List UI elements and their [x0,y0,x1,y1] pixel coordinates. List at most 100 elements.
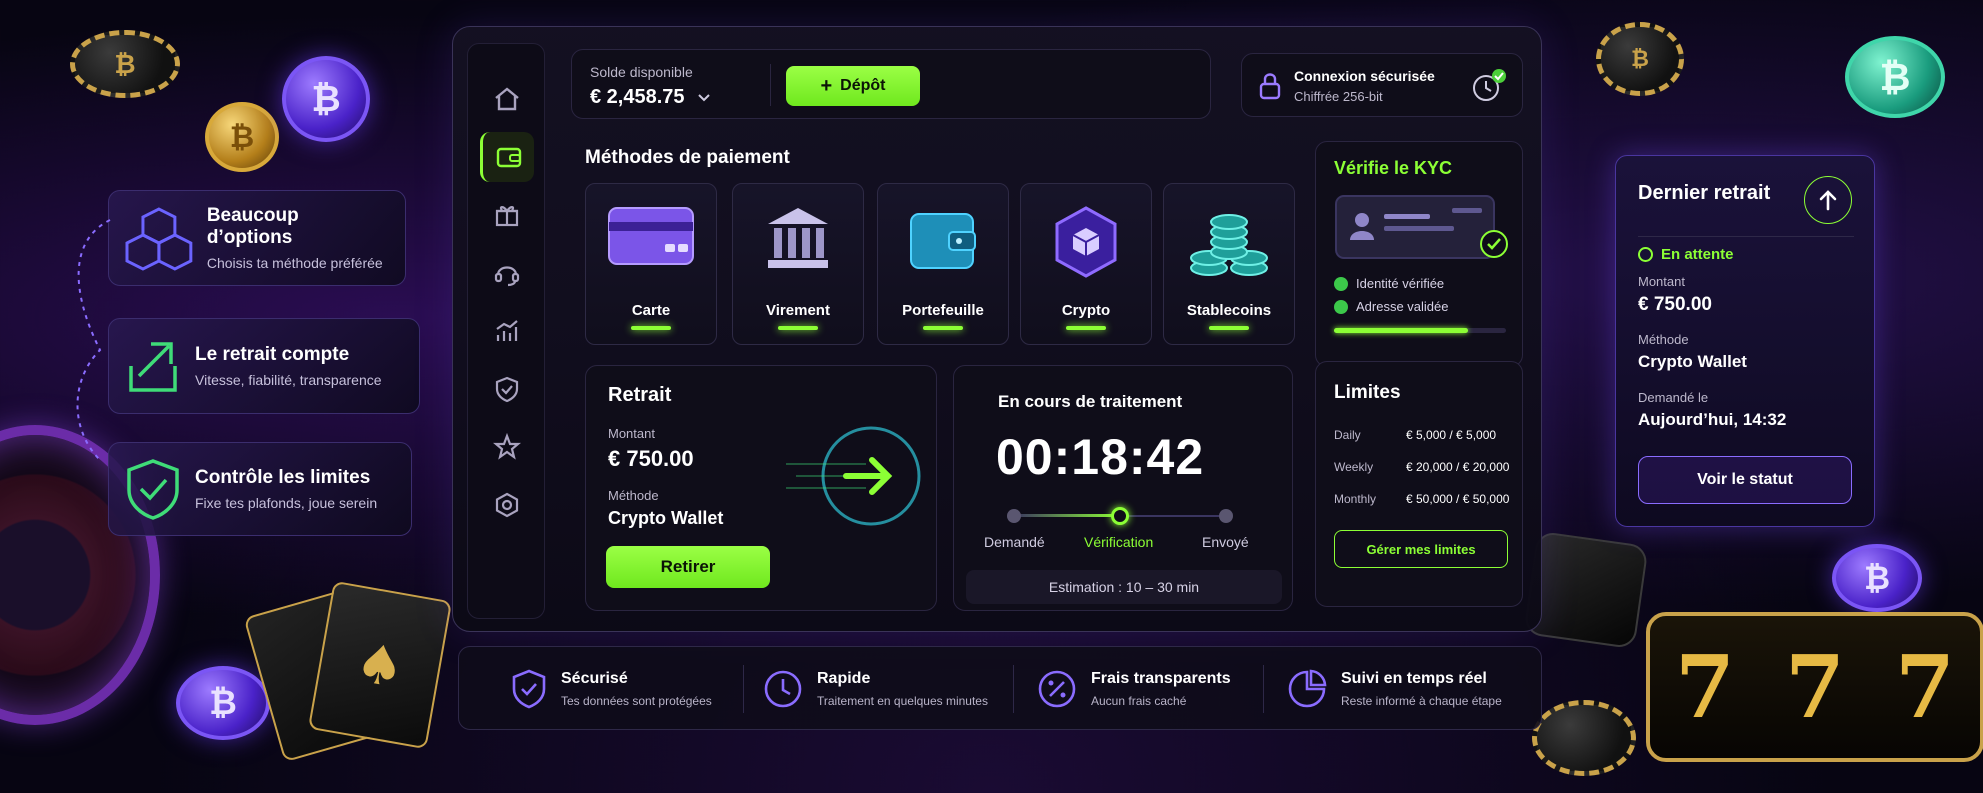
arrow-up-button[interactable] [1804,176,1852,224]
withdraw-button[interactable]: Retirer [606,546,770,588]
coin-stack-icon [1190,214,1268,276]
bitcoin-coin-decoration: ₿ [1832,544,1922,612]
casino-chip-decoration [1532,700,1636,776]
sidebar-item-home[interactable] [480,74,534,124]
step-label: Demandé [984,534,1045,550]
payment-method-label: Portefeuille [902,302,984,319]
strip-subtitle: Reste informé à chaque étape [1341,694,1502,708]
slot-machine-decoration: 777 [1646,612,1983,762]
sidebar-item-favorites[interactable] [480,422,534,472]
payment-method-stablecoins[interactable]: Stablecoins [1163,183,1295,345]
step-dot [1219,509,1233,523]
casino-chip-decoration: ₿ [70,30,180,98]
chevron-down-icon [697,93,710,101]
kyc-item-label: Identité vérifiée [1356,276,1445,291]
kyc-panel: Vérifie le KYC Identité vérifiée Adresse… [1315,141,1523,367]
view-status-button[interactable]: Voir le statut [1638,456,1852,504]
withdrawal-title: Retrait [608,384,672,406]
shield-check-icon [127,459,179,520]
limit-period: Monthly [1334,492,1377,506]
kyc-item-label: Adresse validée [1356,299,1449,314]
processing-title: En cours de traitement [998,392,1183,411]
check-circle-icon [1334,276,1348,291]
divider [1013,665,1014,713]
processing-panel: En cours de traitement 00:18:42 Demandé … [953,365,1293,611]
gift-icon [495,206,519,227]
payment-method-transfer[interactable]: Virement [732,183,864,345]
feature-card-withdrawal: Le retrait compte Vitesse, fiabilité, tra… [108,318,420,414]
limit-row: Monthly € 50,000 / € 50,000 [1334,492,1514,506]
arrow-up-icon [1819,190,1837,211]
deposit-button[interactable]: + Dépôt [786,66,920,106]
clock-icon [1638,247,1653,262]
sidebar-item-settings[interactable] [480,480,534,530]
sidebar-item-wallet[interactable] [480,132,534,182]
sidebar-nav [467,43,545,619]
strip-title: Rapide [817,670,871,687]
balance-amount: € 2,458.75 [590,86,685,108]
spade-card-decoration: ♠ [307,580,453,750]
sidebar-item-support[interactable] [480,248,534,298]
feature-card-limits: Contrôle les limites Fixe tes plafonds, j… [108,442,412,536]
step-track-active [1014,514,1120,517]
last-withdrawal-method: Crypto Wallet [1638,352,1747,371]
balance-header: Solde disponible € 2,458.75 + Dépôt [571,49,1211,119]
feature-subtitle: Choisis ta méthode préférée [206,255,383,271]
status-label: En attente [1661,246,1734,263]
payment-method-crypto[interactable]: Crypto [1020,183,1152,345]
payment-methods-title: Méthodes de paiement [585,147,790,168]
percent-icon [1038,670,1076,708]
method-label: Méthode [1638,332,1689,347]
manage-limits-button[interactable]: Gérer mes limites [1334,530,1508,568]
strip-subtitle: Tes données sont protégées [561,694,712,708]
withdrawal-panel: Retrait Montant € 750.00 Méthode Crypto … [585,365,937,611]
kyc-item: Adresse validée [1334,299,1449,314]
card-icon [608,207,694,265]
selection-indicator [1066,326,1106,330]
balance-value[interactable]: € 2,458.75 [590,86,711,109]
strip-title: Suivi en temps réel [1341,670,1487,687]
amount-label: Montant [1638,274,1685,289]
step-dot-active [1111,507,1129,525]
trend-up-arrow-icon [129,342,177,392]
feature-title: Le retrait compte [195,344,350,365]
last-withdrawal-date: Aujourd’hui, 14:32 [1638,410,1787,429]
wallet-icon [910,213,976,269]
sidebar-item-security[interactable] [480,364,534,414]
features-strip: Sécurisé Tes données sont protégées Rapid… [458,646,1542,730]
processing-timer: 00:18:42 [996,429,1205,485]
strip-item-tracking: Suivi en temps réel Reste informé à chaqu… [1287,647,1502,731]
secure-title: Connexion sécurisée [1294,68,1435,84]
estimate-bar: Estimation : 10 – 30 min [966,570,1282,604]
bitcoin-coin-decoration: ₿ [205,102,279,172]
dice-decoration [1523,530,1649,650]
selection-indicator [1209,326,1249,330]
last-withdrawal-card: Dernier retrait En attente Montant € 750… [1615,155,1875,527]
limit-value: € 20,000 / € 20,000 [1406,460,1510,474]
dashed-connector-decoration [76,219,111,461]
limits-panel: Limites Daily € 5,000 / € 5,000 Weekly € 2… [1315,361,1523,607]
home-icon [495,87,519,111]
star-icon [493,433,521,460]
payment-method-card[interactable]: Carte [585,183,717,345]
payment-method-wallet[interactable]: Portefeuille [877,183,1009,345]
feature-subtitle: Fixe tes plafonds, joue serein [195,495,378,511]
strip-title: Sécurisé [561,670,628,687]
secure-connection-badge: Connexion sécurisée Chiffrée 256-bit [1241,53,1523,117]
limit-period: Weekly [1334,460,1374,474]
feature-card-options: Beaucoup d’options Choisis ta méthode pré… [108,190,406,286]
limits-title: Limites [1334,382,1401,403]
divider [743,665,744,713]
limit-row: Weekly € 20,000 / € 20,000 [1334,460,1514,474]
selection-indicator [923,326,963,330]
feature-title: Contrôle les limites [195,467,371,488]
bitcoin-coin-decoration: ₿ [1845,36,1945,118]
sidebar-item-stats[interactable] [480,306,534,356]
limit-row: Daily € 5,000 / € 5,000 [1334,428,1514,442]
shield-icon [495,376,519,403]
sidebar-item-gift[interactable] [480,190,534,240]
secure-subtitle: Chiffrée 256-bit [1294,89,1383,104]
step-label-active: Vérification [1084,534,1154,550]
id-card-icon [1335,195,1508,259]
strip-subtitle: Traitement en quelques minutes [817,694,988,708]
